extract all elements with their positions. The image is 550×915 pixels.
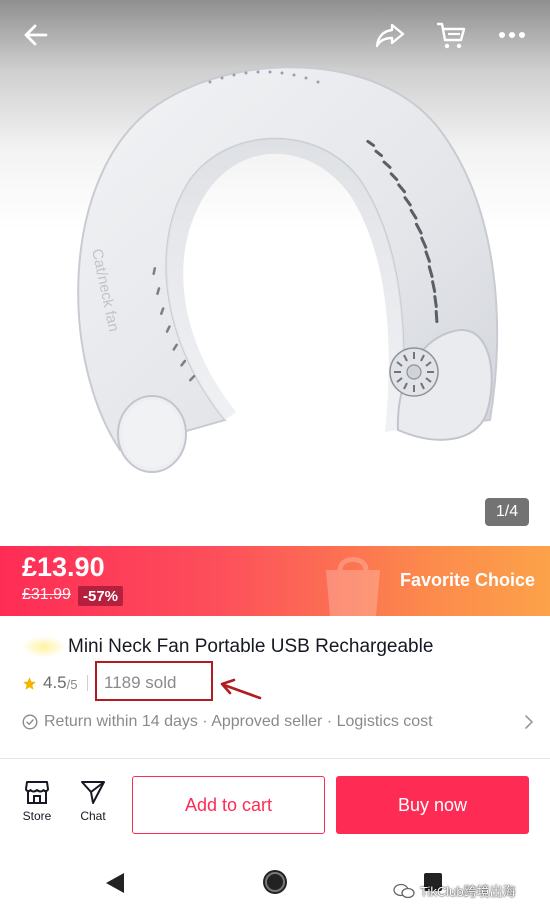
add-to-cart-button[interactable]: Add to cart — [132, 776, 325, 834]
more-icon — [499, 32, 525, 38]
back-arrow-icon — [24, 24, 48, 46]
discount-badge: -57% — [78, 586, 124, 606]
wechat-logo-icon — [393, 883, 415, 898]
share-button[interactable] — [369, 14, 411, 56]
share-icon — [375, 23, 405, 48]
cart-icon — [436, 22, 466, 49]
store-button[interactable]: Store — [12, 779, 62, 823]
check-circle-icon — [22, 714, 38, 730]
system-navigation-bar: TikClub跨境出海 — [0, 851, 550, 915]
shopping-bag-icon — [326, 557, 380, 616]
rating-max: /5 — [66, 677, 78, 692]
top-navigation-bar — [0, 0, 550, 72]
rating-separator — [87, 675, 89, 691]
system-back-icon[interactable] — [104, 871, 126, 895]
favorite-choice-badge: Favorite Choice — [400, 570, 536, 590]
service-info-text: Return within 14 days · Approved seller … — [44, 713, 433, 730]
product-image: Cat/neck fan — [77, 66, 499, 473]
store-icon — [25, 781, 49, 804]
annotation-arrow-icon — [220, 678, 262, 700]
title-highlight-decoration — [22, 636, 66, 658]
back-button[interactable] — [15, 14, 57, 56]
chat-send-icon — [81, 781, 105, 804]
image-page-counter: 1/4 — [485, 498, 529, 526]
sold-count-annotation-box — [95, 661, 213, 701]
cart-button[interactable] — [430, 14, 472, 56]
watermark-text: TikClub跨境出海 — [420, 884, 516, 899]
system-home-icon[interactable] — [261, 868, 289, 896]
product-image-gallery[interactable]: Cat/neck fan 1/4 — [0, 0, 550, 546]
service-info-row[interactable]: Return within 14 days · Approved seller … — [22, 711, 534, 733]
rating-value: 4.5 — [43, 673, 67, 692]
chevron-right-icon — [525, 715, 534, 729]
original-price: £31.99 — [22, 586, 71, 603]
star-icon — [23, 676, 36, 690]
more-options-button[interactable] — [491, 14, 533, 56]
price-banner: £13.90 £31.99 -57% Favorite Choice — [0, 546, 550, 616]
bottom-action-bar: Store Chat Add to cart Buy now — [0, 759, 550, 851]
chat-label: Chat — [80, 809, 106, 823]
rating-row[interactable]: 4.5 /5 — [22, 672, 98, 694]
product-title: Mini Neck Fan Portable USB Rechargeable — [68, 636, 434, 657]
chat-button[interactable]: Chat — [68, 779, 118, 823]
buy-now-button[interactable]: Buy now — [336, 776, 529, 834]
current-price: £13.90 — [22, 552, 105, 582]
product-title-row: Mini Neck Fan Portable USB Rechargeable — [22, 636, 433, 658]
source-watermark: TikClub跨境出海 — [393, 881, 516, 900]
store-label: Store — [22, 809, 52, 823]
